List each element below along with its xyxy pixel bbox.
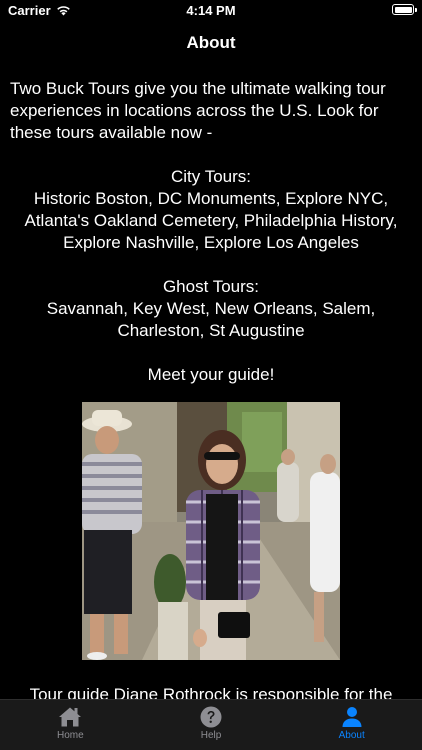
about-content[interactable]: Two Buck Tours give you the ultimate wal…	[0, 64, 422, 699]
tab-about[interactable]: About	[281, 700, 422, 750]
house-icon	[59, 707, 82, 727]
page-title: About	[186, 33, 236, 52]
ghost-tours-list: Savannah, Key West, New Orleans, Salem, …	[46, 299, 376, 340]
city-tours-list: Historic Boston, DC Monuments, Explore N…	[24, 189, 398, 252]
person-icon	[342, 707, 362, 727]
tab-home[interactable]: Home	[0, 700, 141, 750]
guide-photo	[82, 402, 340, 660]
status-time: 4:14 PM	[186, 3, 236, 18]
tab-bar: Home Help About	[0, 699, 422, 750]
city-tours-heading: City Tours:	[171, 167, 251, 186]
ghost-tours-heading: Ghost Tours:	[162, 277, 260, 296]
tab-help-label: Help	[200, 730, 222, 741]
intro-text: Two Buck Tours give you the ultimate wal…	[10, 79, 386, 142]
guide-caption: Tour guide Diane Rothrock is responsible…	[29, 685, 393, 699]
tab-help[interactable]: Help	[141, 700, 282, 750]
question-circle-icon	[200, 706, 222, 728]
tab-about-label: About	[338, 730, 365, 741]
navigation-bar: About	[0, 22, 422, 64]
ghost-tours-section: Ghost Tours: Savannah, Key West, New Orl…	[0, 276, 422, 342]
city-tours-section: City Tours: Historic Boston, DC Monument…	[0, 166, 422, 254]
status-bar: Carrier 4:14 PM	[0, 0, 422, 22]
guide-heading: Meet your guide!	[147, 365, 275, 384]
tab-home-label: Home	[56, 730, 84, 741]
battery-icon	[392, 4, 417, 15]
